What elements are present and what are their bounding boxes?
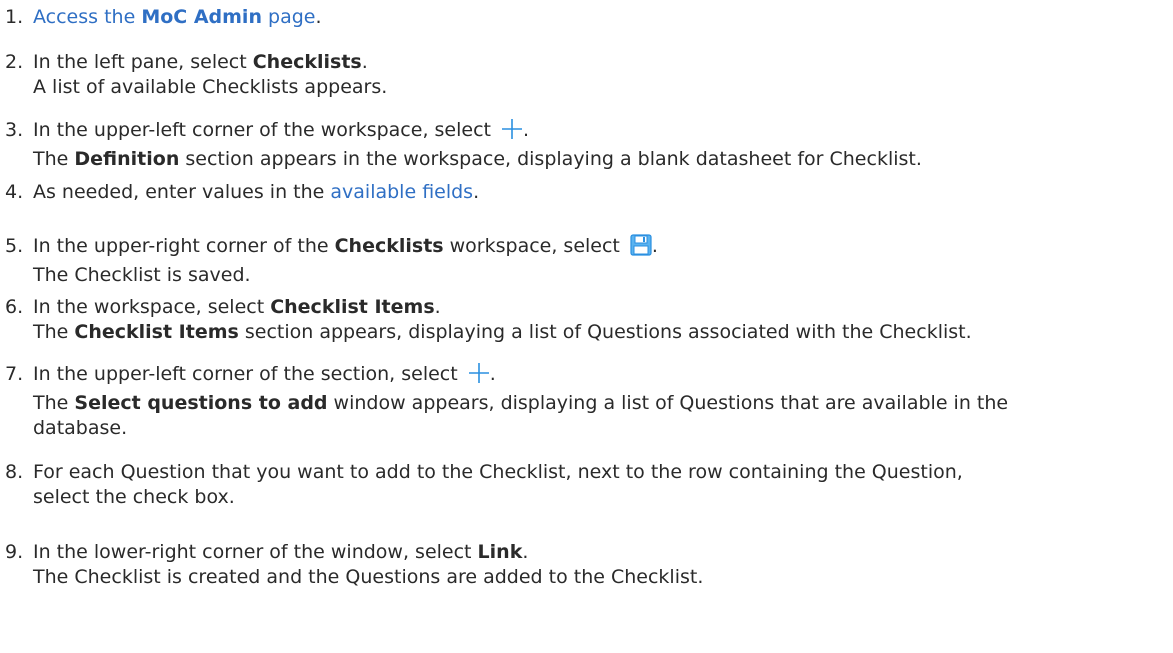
step-7: 7. In the upper-left corner of the sectio… bbox=[5, 362, 1165, 441]
step-2: 2. In the left pane, select Checklists. A… bbox=[5, 50, 1165, 100]
step-number: 4. bbox=[5, 181, 24, 203]
ui-term: Checklists bbox=[252, 51, 362, 73]
step-number: 6. bbox=[5, 296, 24, 318]
step-3: 3. In the upper-left corner of the worksp… bbox=[5, 118, 1165, 172]
plus-icon bbox=[501, 118, 523, 147]
step-result: A list of available Checklists appears. bbox=[33, 76, 388, 98]
step-result: The Checklist is saved. bbox=[33, 264, 251, 286]
step-result: The Checklist Items section appears, dis… bbox=[33, 321, 972, 343]
step-number: 7. bbox=[5, 363, 24, 385]
step-5: 5. In the upper-right corner of the Check… bbox=[5, 234, 1165, 288]
step-8: 8. For each Question that you want to add… bbox=[5, 460, 1165, 510]
moc-admin-page-link[interactable]: Access the MoC Admin page bbox=[33, 6, 315, 28]
step-number: 8. bbox=[5, 461, 24, 483]
ui-term: Link bbox=[477, 541, 523, 563]
step-result: The Definition section appears in the wo… bbox=[33, 148, 922, 170]
plus-icon bbox=[468, 362, 490, 391]
step-number: 1. bbox=[5, 6, 24, 28]
step-number: 3. bbox=[5, 119, 24, 141]
step-result-continued: database. bbox=[33, 417, 128, 439]
ui-term: Checklists bbox=[334, 235, 444, 257]
step-result: The Checklist is created and the Questio… bbox=[33, 566, 704, 588]
step-number: 2. bbox=[5, 51, 24, 73]
step-text-continued: select the check box. bbox=[33, 486, 235, 508]
available-fields-link[interactable]: available fields bbox=[330, 181, 473, 203]
step-result: The Select questions to add window appea… bbox=[33, 392, 1009, 414]
step-number: 9. bbox=[5, 541, 24, 563]
step-9: 9. In the lower-right corner of the windo… bbox=[5, 540, 1165, 590]
ui-term: Checklist Items bbox=[270, 296, 435, 318]
step-number: 5. bbox=[5, 235, 24, 257]
step-1: 1. Access the MoC Admin page. bbox=[5, 6, 322, 28]
step-6: 6. In the workspace, select Checklist Ite… bbox=[5, 295, 1165, 345]
save-icon bbox=[630, 234, 652, 263]
step-4: 4. As needed, enter values in the availab… bbox=[5, 181, 480, 203]
